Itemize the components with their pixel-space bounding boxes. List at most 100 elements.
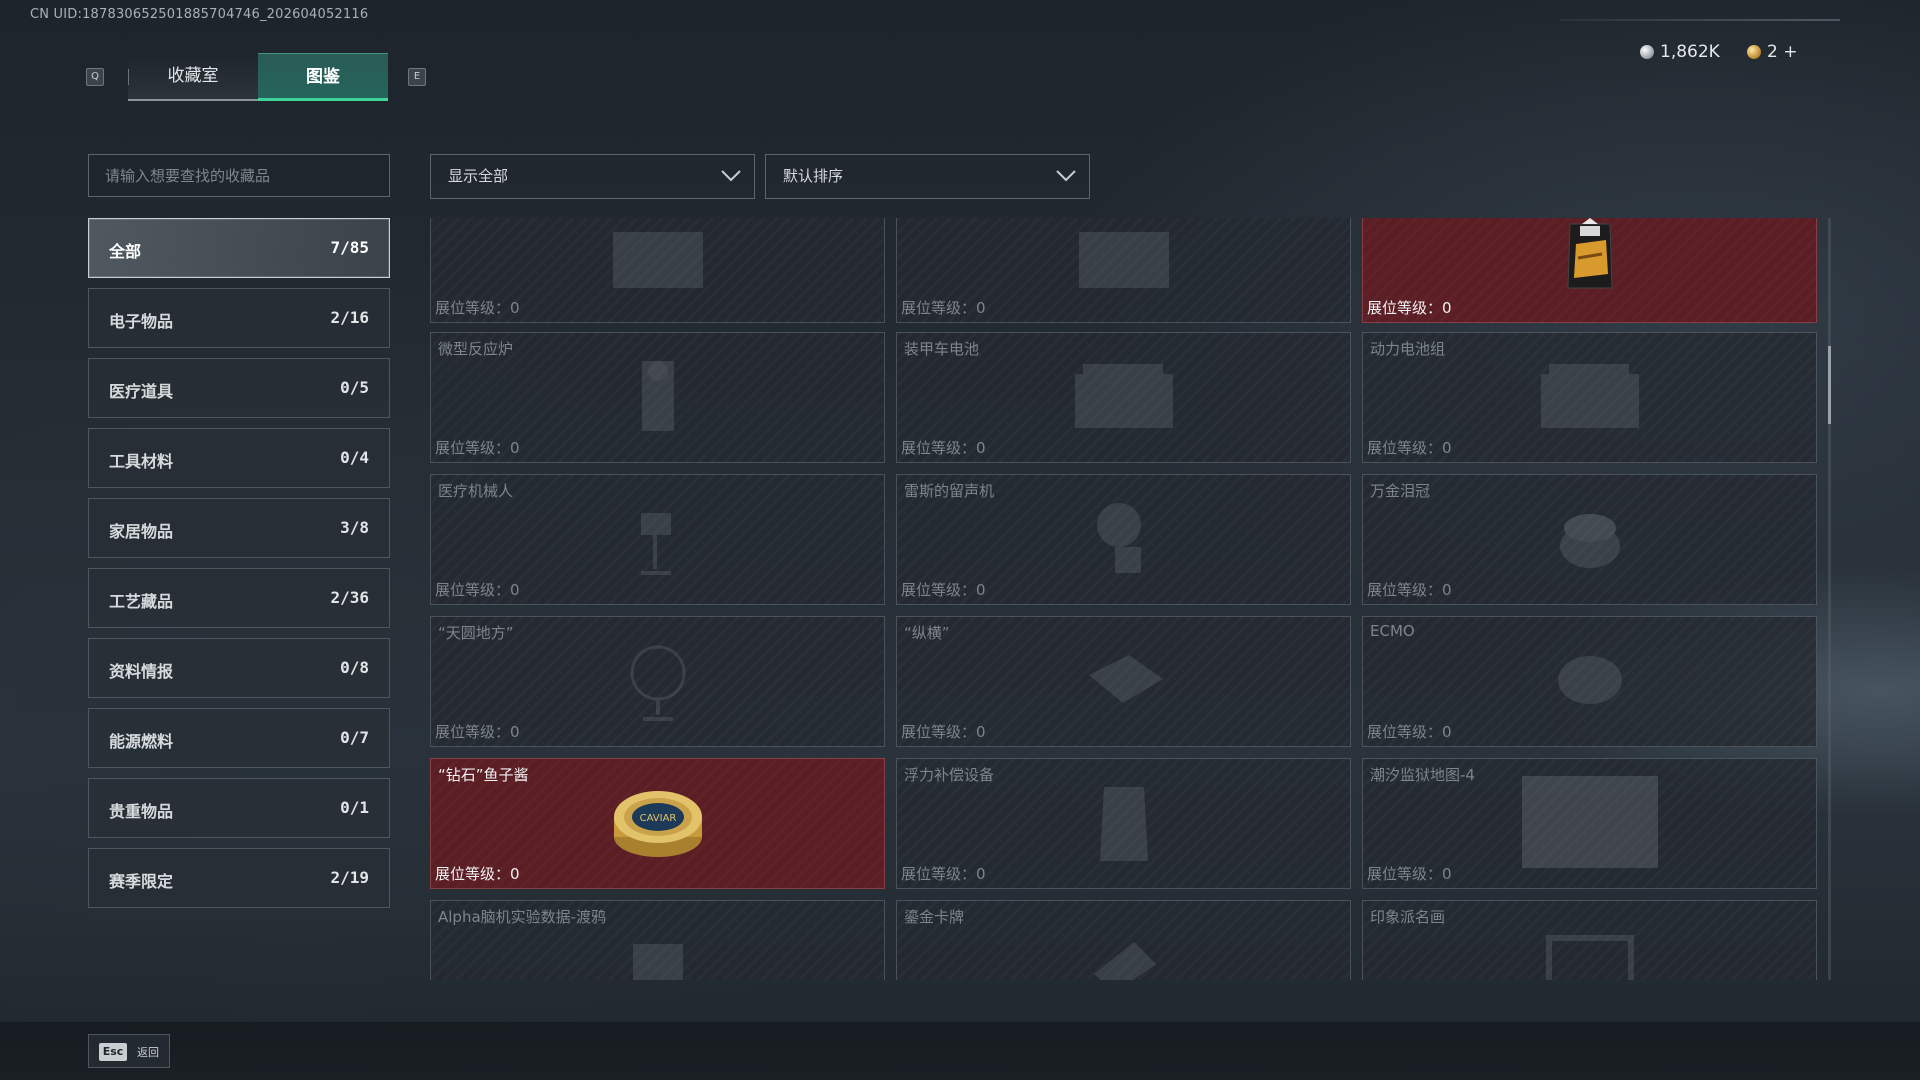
- sort-dropdown-value: 默认排序: [783, 167, 844, 185]
- display-level: 展位等级：0: [901, 581, 986, 599]
- category-item[interactable]: 家居物品 3/8: [88, 498, 390, 558]
- collectible-card[interactable]: Alpha脑机实验数据-渡鸦展位等级：0: [430, 900, 885, 980]
- display-level: 展位等级：0: [901, 299, 986, 317]
- collectible-name: Alpha脑机实验数据-渡鸦: [438, 908, 607, 926]
- collectible-card[interactable]: 动力电池组 展位等级：0: [1362, 332, 1817, 463]
- collectible-card[interactable]: 雷斯的留声机 展位等级：0: [896, 474, 1351, 605]
- collectible-card[interactable]: 浮力补偿设备 展位等级：0: [896, 758, 1351, 889]
- category-item[interactable]: 全部 7/85: [88, 218, 390, 278]
- silver-coin-icon: [1640, 45, 1654, 59]
- coin-balance: 1,862K: [1640, 42, 1720, 62]
- collectible-name: 万金泪冠: [1370, 482, 1431, 500]
- collectible-card[interactable]: 潮汐监狱地图-4 展位等级：0: [1362, 758, 1817, 889]
- category-label: 工艺藏品: [109, 592, 174, 611]
- ticket-amount[interactable]: 2 +: [1767, 42, 1797, 62]
- collectible-name: ECMO: [1370, 622, 1415, 640]
- coffee-bag-icon: [1562, 218, 1618, 298]
- category-label: 电子物品: [109, 312, 174, 331]
- painting-icon: [1545, 934, 1635, 980]
- collectible-name: 印象派名画: [1370, 908, 1446, 926]
- esc-key-hint: Esc: [99, 1043, 127, 1061]
- category-item[interactable]: 工艺藏品 2/36: [88, 568, 390, 628]
- chevron-down-icon: [721, 170, 741, 182]
- display-level: 展位等级：0: [1367, 723, 1452, 741]
- collectible-card[interactable]: 微型反应炉 展位等级：0: [430, 332, 885, 463]
- collectible-name: “天圆地方”: [438, 624, 514, 642]
- category-item[interactable]: 资料情报 0/8: [88, 638, 390, 698]
- display-level: 展位等级：0: [901, 439, 986, 457]
- category-item[interactable]: 工具材料 0/4: [88, 428, 390, 488]
- back-label: 返回: [137, 1046, 159, 1059]
- collectible-card[interactable]: “纵横” 展位等级：0: [896, 616, 1351, 747]
- tab-codex[interactable]: 图鉴: [258, 53, 388, 101]
- collectible-name: 医疗机械人: [438, 482, 514, 500]
- display-level: 展位等级：0: [901, 865, 986, 883]
- filter-dropdown-value: 显示全部: [448, 167, 509, 185]
- collectible-name: “纵横”: [904, 624, 950, 642]
- collectible-card[interactable]: 展位等级：0: [896, 218, 1351, 323]
- category-item[interactable]: 医疗道具 0/5: [88, 358, 390, 418]
- display-level: 展位等级：0: [1367, 581, 1452, 599]
- crate-icon: [603, 218, 713, 300]
- caviar-tin-label: CAVIAR: [639, 813, 676, 824]
- reactor-icon: [628, 351, 688, 445]
- footer-bar: [0, 1022, 1920, 1080]
- top-divider: [1560, 19, 1840, 21]
- category-count: 2/36: [330, 588, 369, 607]
- category-label: 赛季限定: [109, 872, 174, 891]
- category-label: 医疗道具: [109, 382, 174, 401]
- ecmo-icon: [1550, 640, 1630, 724]
- collectible-name: “钻石”鱼子酱: [438, 766, 529, 784]
- category-item[interactable]: 电子物品 2/16: [88, 288, 390, 348]
- category-count: 2/16: [330, 308, 369, 327]
- category-count: 0/4: [340, 448, 369, 467]
- collectible-grid: 展位等级：0 展位等级：0 展位等级：0 微型反应炉 展位等级：0 装甲车电池 展位等级：0…: [430, 218, 1820, 980]
- collectible-card[interactable]: 展位等级：0: [430, 218, 885, 323]
- battery-icon: [1069, 356, 1179, 440]
- caviar-tin-icon: CAVIAR: [608, 777, 708, 871]
- ticket-balance[interactable]: 2 +: [1747, 42, 1797, 62]
- collectible-card[interactable]: 印象派名画展位等级：0: [1362, 900, 1817, 980]
- robot-icon: [623, 493, 693, 587]
- collectible-name: 潮汐监狱地图-4: [1370, 766, 1475, 784]
- category-count: 0/7: [340, 728, 369, 747]
- collectible-card[interactable]: 展位等级：0: [1362, 218, 1817, 323]
- collectible-name: 装甲车电池: [904, 340, 980, 358]
- category-item[interactable]: 贵重物品 0/1: [88, 778, 390, 838]
- back-button[interactable]: Esc 返回: [88, 1034, 170, 1068]
- category-item[interactable]: 赛季限定 2/19: [88, 848, 390, 908]
- collectible-card[interactable]: CAVIAR “钻石”鱼子酱 展位等级：0: [430, 758, 885, 889]
- gramophone-icon: [1089, 493, 1159, 587]
- uid-label: CN UID:187830652501885704746_20260405211…: [30, 7, 369, 22]
- category-count: 3/8: [340, 518, 369, 537]
- next-tab-key-hint[interactable]: E: [408, 68, 426, 86]
- category-label: 家居物品: [109, 522, 174, 541]
- category-label: 资料情报: [109, 662, 174, 681]
- collectible-card[interactable]: 装甲车电池展位等级：0: [896, 332, 1351, 463]
- display-level: 展位等级：0: [901, 723, 986, 741]
- collectible-card[interactable]: 鎏金卡牌展位等级：0: [896, 900, 1351, 980]
- category-count: 7/85: [330, 238, 369, 257]
- display-level: 展位等级：0: [435, 581, 520, 599]
- collectible-card[interactable]: 医疗机械人展位等级：0: [430, 474, 885, 605]
- display-level: 展位等级：0: [435, 865, 520, 883]
- filter-dropdown[interactable]: 显示全部: [430, 154, 755, 199]
- collectible-name: 动力电池组: [1370, 340, 1446, 358]
- collectible-card[interactable]: ECMO 展位等级：0: [1362, 616, 1817, 747]
- sort-dropdown[interactable]: 默认排序: [765, 154, 1090, 199]
- prev-tab-key-hint[interactable]: Q: [86, 68, 104, 86]
- category-label: 工具材料: [109, 452, 174, 471]
- category-count: 0/1: [340, 798, 369, 817]
- search-input[interactable]: [88, 154, 390, 197]
- scrollbar-thumb[interactable]: [1828, 346, 1831, 424]
- collectible-name: 微型反应炉: [438, 340, 514, 358]
- collectible-name: 浮力补偿设备: [904, 766, 995, 784]
- category-item[interactable]: 能源燃料 0/7: [88, 708, 390, 768]
- map-icon: [1520, 774, 1660, 874]
- collectible-card[interactable]: 万金泪冠展位等级：0: [1362, 474, 1817, 605]
- chevron-down-icon: [1056, 170, 1076, 182]
- battery-pack-icon: [1535, 356, 1645, 440]
- grid-scrollbar[interactable]: [1828, 218, 1831, 980]
- tab-collection-room[interactable]: 收藏室: [128, 53, 258, 101]
- collectible-card[interactable]: “天圆地方” 展位等级：0: [430, 616, 885, 747]
